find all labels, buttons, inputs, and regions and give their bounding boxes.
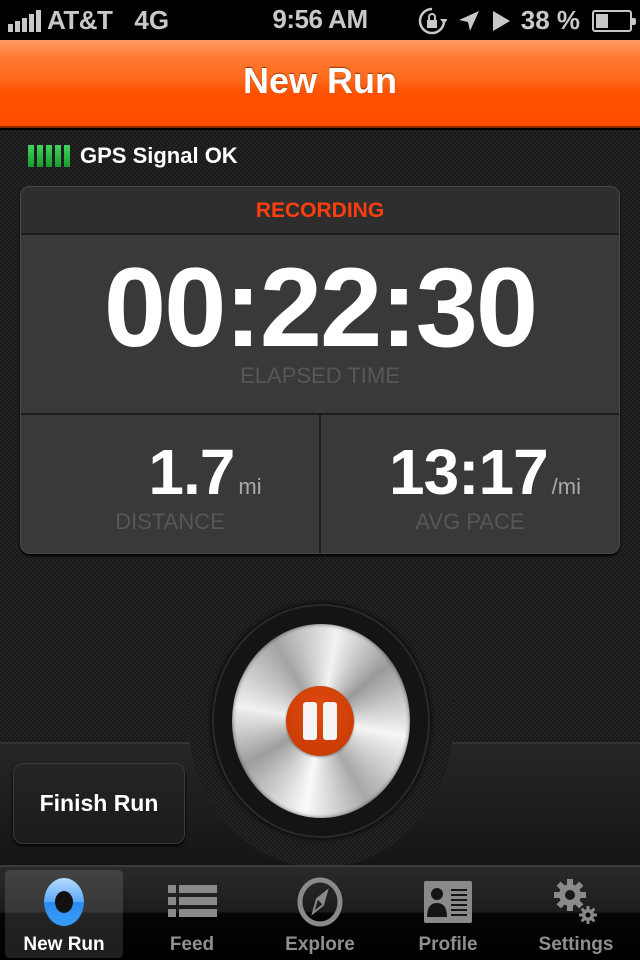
- stats-row: 1.7 mi DISTANCE 13:17/mi AVG PACE: [21, 415, 619, 553]
- tab-label: Explore: [285, 934, 355, 955]
- location-arrow-icon: [458, 10, 479, 31]
- elapsed-time-value: 00:22:30: [103, 245, 538, 370]
- gps-status-text: GPS Signal OK: [80, 143, 238, 168]
- rotation-lock-icon: [418, 7, 447, 34]
- nav-bar: New Run: [0, 40, 640, 128]
- play-icon: [492, 10, 510, 31]
- distance-value: 1.7: [148, 436, 235, 508]
- pause-button[interactable]: [232, 624, 410, 818]
- run-stats-panel: RECORDING 00:22:30 ELAPSED TIME 1.7 mi DI…: [20, 186, 620, 554]
- avg-pace-stat: 13:17/mi AVG PACE: [319, 415, 619, 553]
- profile-card-icon: [424, 881, 472, 923]
- battery-level: [596, 13, 609, 28]
- tab-new-run[interactable]: New Run: [0, 867, 128, 960]
- list-icon: [168, 885, 217, 917]
- tab-label: New Run: [23, 934, 105, 955]
- avg-pace-value: 13:17: [388, 436, 549, 508]
- gps-signal-icon: [28, 145, 70, 167]
- distance-label: DISTANCE: [115, 509, 225, 534]
- avg-pace-unit: /mi: [551, 474, 581, 499]
- tab-settings[interactable]: Settings: [512, 867, 640, 960]
- compass-icon: [297, 877, 343, 927]
- distance-stat: 1.7 mi DISTANCE: [21, 415, 319, 553]
- panel-header: RECORDING: [21, 187, 619, 235]
- gears-icon: [554, 879, 597, 924]
- finish-run-button[interactable]: Finish Run: [13, 763, 185, 844]
- tab-profile[interactable]: Profile: [384, 867, 512, 960]
- distance-unit: mi: [238, 474, 262, 499]
- elapsed-time-label: ELAPSED TIME: [240, 363, 400, 388]
- pause-dial: [212, 604, 430, 838]
- elapsed-time-section: 00:22:30 ELAPSED TIME: [21, 235, 619, 415]
- avg-pace-label: AVG PACE: [415, 509, 525, 534]
- tab-explore[interactable]: Explore: [256, 867, 384, 960]
- tab-label: Profile: [418, 934, 478, 955]
- page-title: New Run: [242, 60, 397, 101]
- tab-label: Feed: [169, 934, 215, 955]
- battery-percent: 38 %: [520, 5, 580, 35]
- gps-status: GPS Signal OK: [28, 143, 238, 169]
- status-bar: AT&T 4G 9:56 AM 38 %: [0, 0, 640, 40]
- tab-bar: New Run Feed Explore Profile Settings: [0, 865, 640, 960]
- battery-icon: [592, 9, 636, 32]
- recording-status: RECORDING: [255, 199, 385, 222]
- new-run-icon: [44, 878, 84, 926]
- tab-feed[interactable]: Feed: [128, 867, 256, 960]
- pause-icon: [286, 686, 354, 756]
- tab-label: Settings: [538, 934, 614, 955]
